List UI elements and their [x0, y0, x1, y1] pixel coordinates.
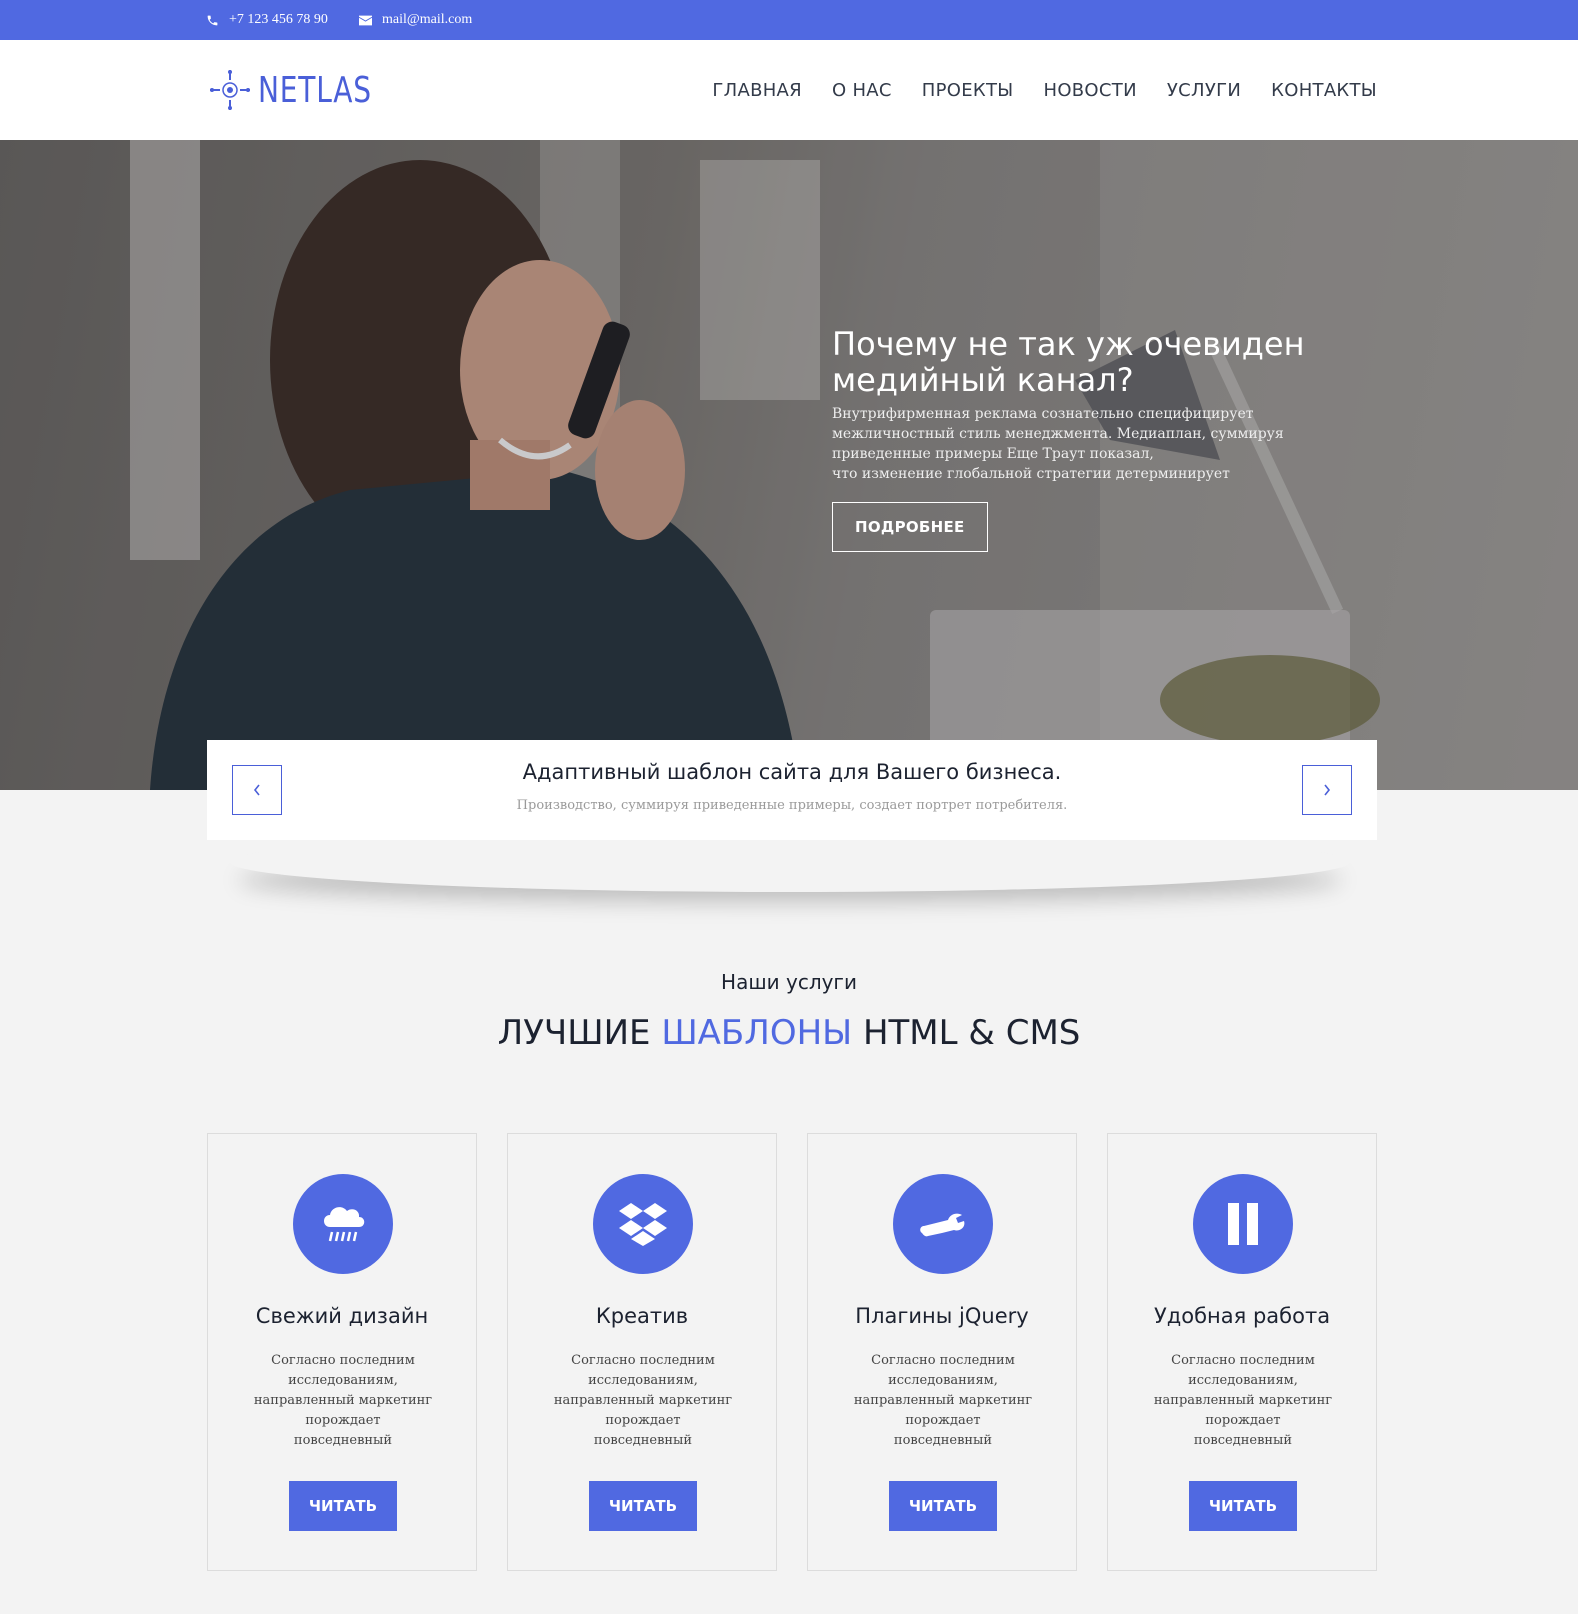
- service-title: Плагины jQuery: [855, 1304, 1029, 1328]
- main-nav: ГЛАВНАЯ О НАС ПРОЕКТЫ НОВОСТИ УСЛУГИ КОН…: [682, 40, 1377, 140]
- service-card: Креатив Согласно последним исследованиям…: [507, 1133, 777, 1571]
- site-header: NETLAS ГЛАВНАЯ О НАС ПРОЕКТЫ НОВОСТИ УСЛ…: [0, 40, 1578, 140]
- service-text-line: исследованиям,: [888, 1373, 998, 1388]
- phone-number: +7 123 456 78 90: [229, 12, 328, 27]
- read-button[interactable]: ЧИТАТЬ: [289, 1481, 397, 1531]
- service-text-line: исследованиям,: [288, 1373, 398, 1388]
- nav-item-services[interactable]: УСЛУГИ: [1167, 80, 1241, 101]
- service-card: Удобная работа Согласно последним исслед…: [1107, 1133, 1377, 1571]
- service-title: Свежий дизайн: [255, 1304, 429, 1328]
- topbar-email[interactable]: mail@mail.com: [359, 0, 472, 40]
- service-description: Согласно последним исследованиям, направ…: [553, 1351, 733, 1451]
- heading-part: ЛУЧШИЕ: [497, 1013, 662, 1053]
- hero-title-line: Почему не так уж очевиден: [832, 325, 1305, 363]
- hero-description: Внутрифирменная реклама сознательно спец…: [832, 404, 1312, 484]
- cloud-rain-icon: [324, 1207, 365, 1242]
- topbar-phone[interactable]: +7 123 456 78 90: [206, 0, 328, 40]
- service-text-line: направленный маркетинг: [1153, 1393, 1333, 1408]
- slider-shadow: [230, 832, 1350, 892]
- service-text-line: направленный маркетинг: [253, 1393, 433, 1408]
- pause-icon: [1228, 1203, 1258, 1245]
- nav-item-contacts[interactable]: КОНТАКТЫ: [1271, 80, 1377, 101]
- hero-overlay: [0, 140, 1578, 790]
- heading-part: HTML & CMS: [852, 1013, 1081, 1053]
- service-icon-circle: [1193, 1174, 1293, 1274]
- service-text-line: повседневный: [893, 1433, 993, 1448]
- service-text-line: Согласно последним: [871, 1353, 1015, 1368]
- service-card: Плагины jQuery Согласно последним исслед…: [807, 1133, 1077, 1571]
- nav-item-news[interactable]: НОВОСТИ: [1043, 80, 1136, 101]
- service-title: Креатив: [595, 1304, 689, 1328]
- service-text-line: порождает: [605, 1413, 681, 1428]
- service-cards: Свежий дизайн Согласно последним исследо…: [207, 1133, 1377, 1571]
- service-text-line: Согласно последним: [571, 1353, 715, 1368]
- read-button[interactable]: ЧИТАТЬ: [589, 1481, 697, 1531]
- chevron-right-icon: [1324, 784, 1331, 796]
- logo[interactable]: NETLAS: [208, 66, 404, 114]
- nav-item-about[interactable]: О НАС: [832, 80, 892, 101]
- nav-item-projects[interactable]: ПРОЕКТЫ: [922, 80, 1014, 101]
- phone-icon: [207, 15, 218, 25]
- slider-caption-bar: Адаптивный шаблон сайта для Вашего бизне…: [207, 740, 1377, 840]
- hero-text-line: Внутрифирменная реклама сознательно спец…: [832, 406, 1254, 422]
- hero-content: Почему не так уж очевиден медийный канал…: [832, 326, 1332, 552]
- service-description: Согласно последним исследованиям, направ…: [853, 1351, 1033, 1451]
- service-card: Свежий дизайн Согласно последним исследо…: [207, 1133, 477, 1571]
- service-icon-circle: [293, 1174, 393, 1274]
- service-text-line: направленный маркетинг: [853, 1393, 1033, 1408]
- nav-item-home[interactable]: ГЛАВНАЯ: [712, 80, 802, 101]
- dropbox-icon: [619, 1203, 667, 1246]
- wrench-icon: [920, 1213, 965, 1237]
- slider-next-button[interactable]: [1302, 765, 1352, 815]
- service-icon-circle: [593, 1174, 693, 1274]
- service-text-line: повседневный: [593, 1433, 693, 1448]
- service-text-line: порождает: [305, 1413, 381, 1428]
- read-button[interactable]: ЧИТАТЬ: [889, 1481, 997, 1531]
- slider-title: Адаптивный шаблон сайта для Вашего бизне…: [522, 760, 1062, 784]
- service-text-line: Согласно последним: [271, 1353, 415, 1368]
- services-kicker: Наши услуги: [721, 970, 857, 994]
- hero-more-button[interactable]: ПОДРОБНЕЕ: [832, 502, 988, 552]
- envelope-icon: [359, 15, 372, 25]
- hero-title: Почему не так уж очевиден медийный канал…: [832, 326, 1332, 398]
- logo-text: NETLAS: [258, 69, 372, 111]
- hero-text-line: что изменение глобальной стратегии детер…: [832, 466, 1230, 482]
- hero-text-line: приведенные примеры Еще Траут показал,: [832, 446, 1154, 462]
- service-description: Согласно последним исследованиям, направ…: [253, 1351, 433, 1451]
- top-bar: +7 123 456 78 90 mail@mail.com: [0, 0, 1578, 40]
- service-text-line: направленный маркетинг: [553, 1393, 733, 1408]
- heading-accent: ШАБЛОНЫ: [661, 1013, 853, 1053]
- logo-mark-icon: [210, 70, 250, 110]
- chevron-left-icon: [253, 784, 260, 796]
- hero-text-line: межличностный стиль менеджмента. Медиапл…: [832, 426, 1284, 442]
- service-icon-circle: [893, 1174, 993, 1274]
- slider-subtitle: Производство, суммируя приведенные приме…: [516, 798, 1068, 813]
- service-description: Согласно последним исследованиям, направ…: [1153, 1351, 1333, 1451]
- email-address: mail@mail.com: [382, 12, 473, 27]
- service-text-line: исследованиям,: [1188, 1373, 1298, 1388]
- service-title: Удобная работа: [1153, 1304, 1331, 1328]
- hero-title-line: медийный канал?: [832, 361, 1134, 399]
- service-text-line: Согласно последним: [1171, 1353, 1315, 1368]
- hero-banner: Почему не так уж очевиден медийный канал…: [0, 140, 1578, 790]
- service-text-line: исследованиям,: [588, 1373, 698, 1388]
- read-button[interactable]: ЧИТАТЬ: [1189, 1481, 1297, 1531]
- service-text-line: порождает: [905, 1413, 981, 1428]
- service-text-line: порождает: [1205, 1413, 1281, 1428]
- service-text-line: повседневный: [1193, 1433, 1293, 1448]
- service-text-line: повседневный: [293, 1433, 393, 1448]
- services-heading: ЛУЧШИЕ ШАБЛОНЫ HTML & CMS: [0, 1013, 1578, 1053]
